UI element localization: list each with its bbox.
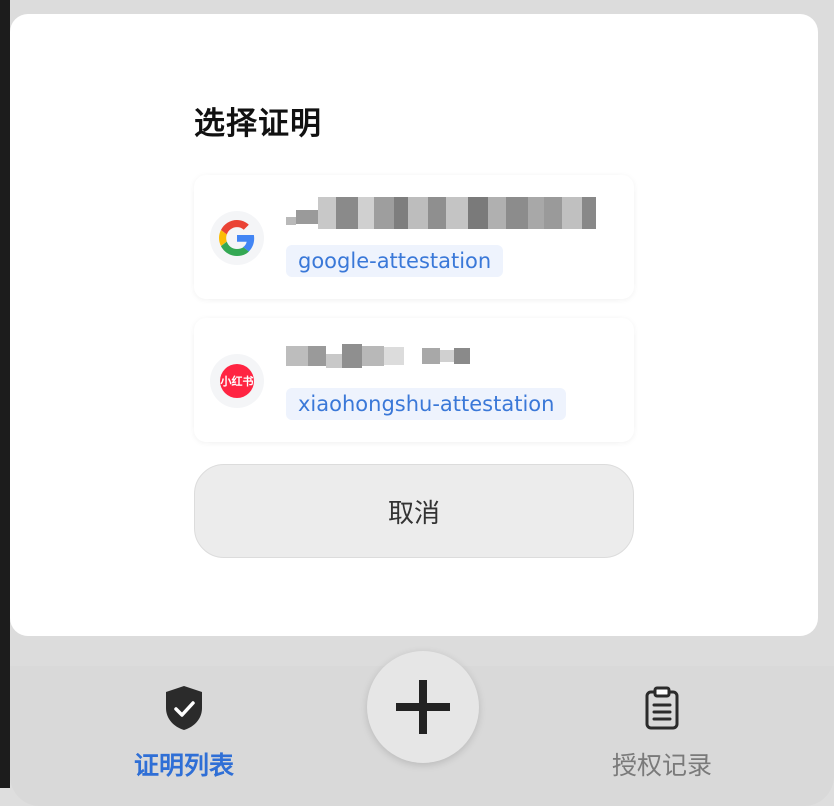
add-button[interactable] xyxy=(367,651,479,763)
attestation-tag: google-attestation xyxy=(286,245,504,277)
attestation-card-google[interactable]: google-attestation xyxy=(194,175,634,299)
nav-tab-authorization-records[interactable]: 授权记录 xyxy=(572,680,752,782)
nav-label-authorization-records: 授权记录 xyxy=(611,751,712,780)
xiaohongshu-logo-icon: 小红书 xyxy=(210,354,264,408)
nav-tab-attestation-list[interactable]: 证明列表 xyxy=(94,680,274,782)
shield-check-icon xyxy=(94,680,274,736)
attestation-tag: xiaohongshu-attestation xyxy=(286,388,567,420)
attestation-card-xiaohongshu[interactable]: 小红书 xiaohongshu-attestation xyxy=(194,318,634,442)
xiaohongshu-logo-text: 小红书 xyxy=(220,364,254,398)
left-edge xyxy=(0,0,10,788)
account-name-blurred xyxy=(286,197,596,229)
nav-label-attestation-list: 证明列表 xyxy=(133,751,234,780)
plus-icon xyxy=(396,680,450,734)
cancel-button[interactable]: 取消 xyxy=(194,464,634,558)
dialog-title: 选择证明 xyxy=(194,106,322,142)
app-screen: 选择证明 google-attestation 小红书 xiaohongshu-… xyxy=(0,0,834,806)
clipboard-list-icon xyxy=(572,680,752,736)
account-name-blurred xyxy=(286,340,470,372)
google-logo-icon xyxy=(210,211,264,265)
